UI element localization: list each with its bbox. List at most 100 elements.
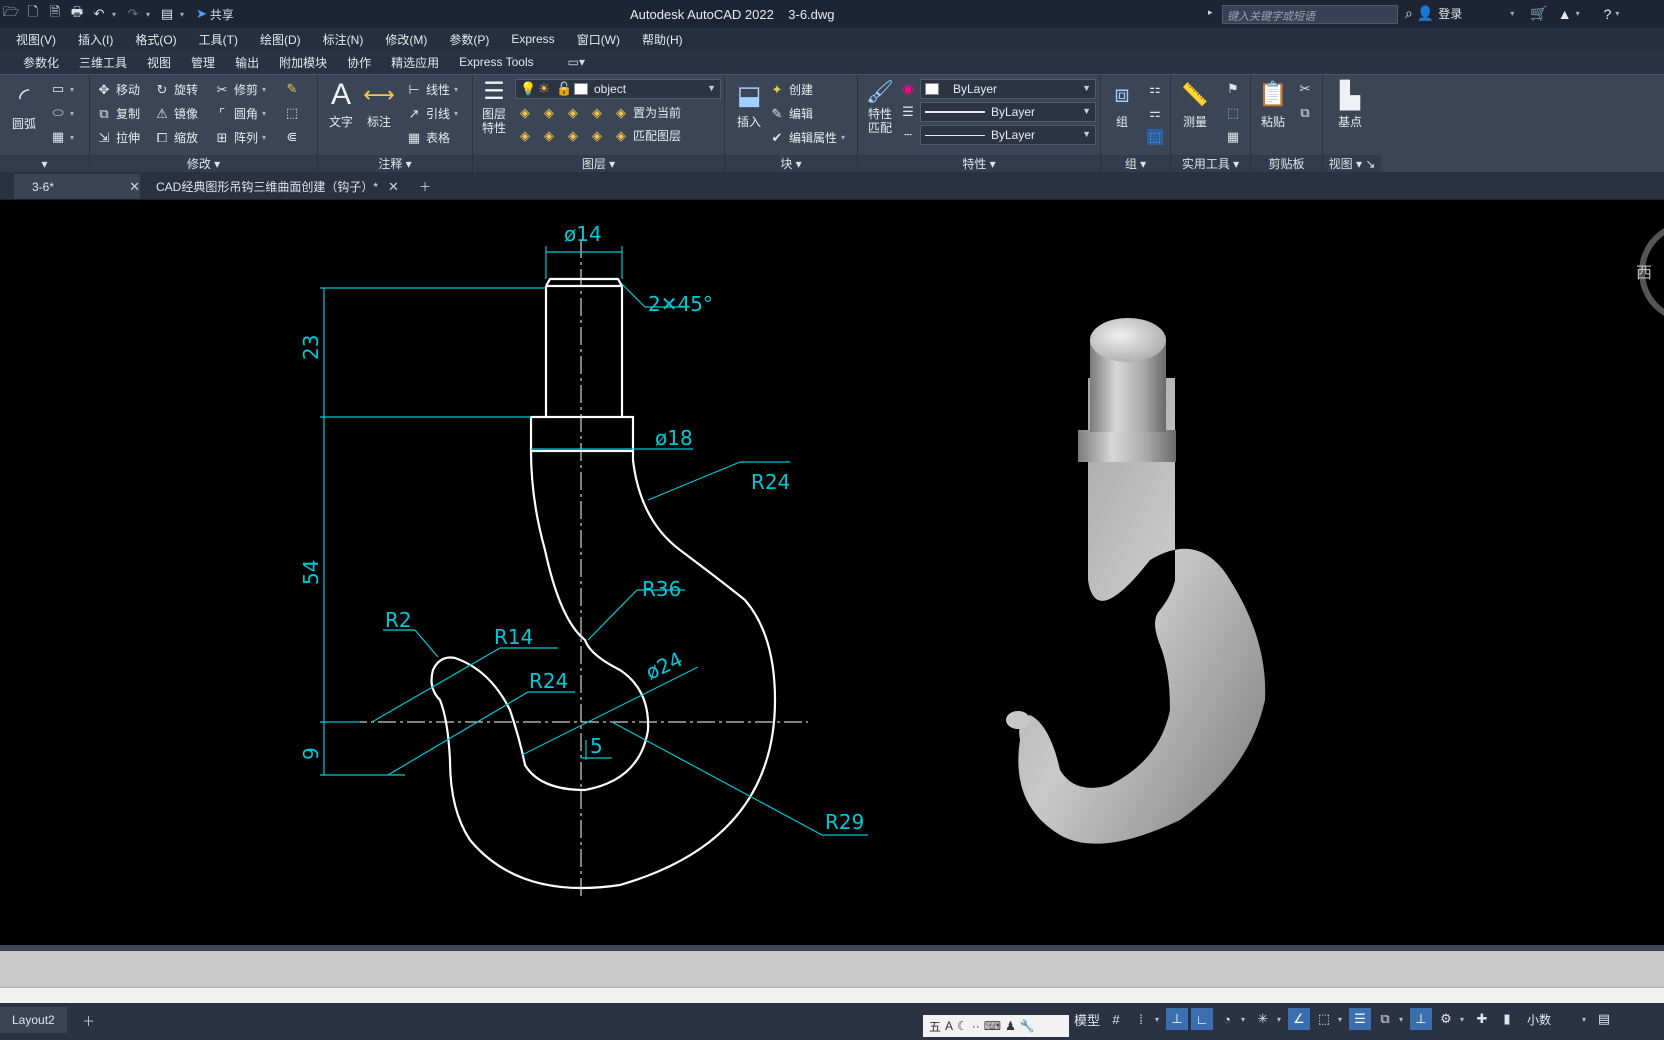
group-button[interactable]: ⧈ 组: [1105, 77, 1139, 130]
layer-dropdown[interactable]: 💡 ☀ 🔓 object ▼: [515, 79, 721, 99]
panel-properties-title[interactable]: 特性 ▾: [858, 155, 1100, 173]
fillet-button[interactable]: ⌜ 圆角 ▾: [214, 105, 270, 122]
doc-tab[interactable]: CAD经典图形吊钩三维曲面创建（钩子）* ✕: [146, 174, 399, 199]
user-icon[interactable]: 👤: [1417, 5, 1434, 22]
base-view-button[interactable]: ▙ 基点: [1327, 77, 1373, 130]
hatch-button[interactable]: ▦ ▾: [50, 129, 78, 145]
help-icon[interactable]: ?: [1604, 6, 1612, 22]
text-button[interactable]: A 文字: [324, 77, 358, 130]
rotate-button[interactable]: ↻ 旋转: [154, 81, 198, 98]
polar-icon[interactable]: ◔: [1216, 1008, 1238, 1030]
tab-output[interactable]: 输出: [235, 54, 259, 71]
layer-isolate-icon[interactable]: ◈: [517, 105, 533, 121]
panel-annotation-title[interactable]: 注释 ▾: [318, 155, 472, 173]
trim-dropdown-icon[interactable]: ▾: [262, 85, 270, 94]
panel-draw-title[interactable]: ▾: [0, 155, 89, 173]
workspace-icon[interactable]: ▤: [158, 5, 176, 23]
ime-punct-icon[interactable]: ··: [972, 1019, 980, 1033]
viewcube[interactable]: 西: [1636, 224, 1664, 320]
cut-icon[interactable]: ✂: [1297, 81, 1313, 97]
offset-button[interactable]: ⋐: [284, 129, 300, 145]
lineweight-dropdown[interactable]: ByLayer ▼: [920, 102, 1096, 122]
paste-button[interactable]: 📋 粘贴: [1255, 77, 1291, 130]
close-tab-icon[interactable]: ✕: [129, 179, 140, 195]
menu-dimension[interactable]: 标注(N): [323, 31, 364, 48]
osnap-tracking-icon[interactable]: ✳: [1252, 1008, 1274, 1030]
transparency-dropdown-icon[interactable]: ▾: [1399, 1015, 1407, 1024]
add-layout-icon[interactable]: ＋: [82, 1011, 95, 1030]
layer-lock-icon[interactable]: ◈: [589, 105, 605, 121]
crosshair-icon[interactable]: ✚: [1471, 1008, 1493, 1030]
panel-modify-title[interactable]: 修改 ▾: [90, 155, 317, 173]
search-icon[interactable]: ⌕: [1405, 5, 1413, 22]
polar-dropdown-icon[interactable]: ▾: [1241, 1015, 1249, 1024]
hatch-dropdown-icon[interactable]: ▾: [70, 133, 78, 142]
redo-icon[interactable]: ↷: [124, 5, 142, 23]
edit-block-button[interactable]: ✎ 编辑: [769, 105, 813, 122]
ime-text-icon[interactable]: A: [945, 1019, 953, 1033]
color-dropdown[interactable]: ByLayer ▼: [920, 79, 1096, 99]
ellipse-dropdown-icon[interactable]: ▾: [70, 109, 78, 118]
tab-collaborate[interactable]: 协作: [347, 54, 371, 71]
mirror-button[interactable]: ⚠ 镜像: [154, 105, 198, 122]
tab-addins[interactable]: 附加模块: [279, 54, 327, 71]
menu-parametric[interactable]: 参数(P): [449, 31, 489, 48]
move-button[interactable]: ✥ 移动: [96, 81, 140, 98]
linear-button[interactable]: ⊢ 线性 ▾: [406, 81, 462, 98]
array-dropdown-icon[interactable]: ▾: [262, 133, 270, 142]
tab-featured-apps[interactable]: 精选应用: [391, 54, 439, 71]
login-dropdown-icon[interactable]: ▾: [1510, 9, 1518, 18]
panel-utilities-title[interactable]: 实用工具 ▾: [1171, 155, 1250, 173]
units-dropdown-icon[interactable]: ▾: [1582, 1015, 1590, 1024]
panel-clipboard-title[interactable]: 剪贴板: [1251, 155, 1322, 173]
copy-button[interactable]: ⧉ 复制: [96, 105, 140, 122]
edit-attributes-button[interactable]: ✔ 编辑属性 ▾: [769, 129, 849, 146]
new-icon[interactable]: 🗋: [24, 4, 42, 23]
new-tab-button[interactable]: ＋: [412, 174, 438, 199]
undo-dropdown-icon[interactable]: ▾: [112, 10, 120, 19]
group-edit-icon[interactable]: ⚎: [1147, 105, 1163, 121]
layer-unisolate-icon[interactable]: ◈: [517, 128, 533, 144]
ortho-icon[interactable]: ∟: [1191, 1008, 1213, 1030]
undo-icon[interactable]: ↶: [90, 5, 108, 23]
drawing-canvas[interactable]: ø14 2✕45° ø18 R24 R36 R2 R14 R24 ø24 5 R…: [0, 200, 1664, 945]
layer-on-icon[interactable]: ◈: [541, 128, 557, 144]
redo-dropdown-icon[interactable]: ▾: [146, 10, 154, 19]
selection-cycling-icon[interactable]: ⊥: [1410, 1008, 1432, 1030]
ime-mode-icon[interactable]: 五: [929, 1018, 941, 1035]
units-icon[interactable]: ▮: [1496, 1008, 1518, 1030]
ribbon-minimize-icon[interactable]: ▭▾: [568, 55, 585, 69]
print-icon[interactable]: 🖶: [68, 4, 86, 23]
menu-window[interactable]: 窗口(W): [577, 31, 620, 48]
menu-insert[interactable]: 插入(I): [78, 31, 113, 48]
layer-properties-button[interactable]: ☰ 图层 特性: [477, 77, 511, 135]
edit-attr-dropdown-icon[interactable]: ▾: [841, 133, 849, 142]
menu-help[interactable]: 帮助(H): [642, 31, 683, 48]
erase-button[interactable]: ✎: [284, 81, 300, 97]
menu-view[interactable]: 视图(V): [16, 31, 56, 48]
app-dropdown-icon[interactable]: ▾: [1576, 9, 1584, 18]
menu-modify[interactable]: 修改(M): [385, 31, 427, 48]
fillet-dropdown-icon[interactable]: ▾: [262, 109, 270, 118]
layer-off-icon[interactable]: ◈: [541, 105, 557, 121]
measure-button[interactable]: 📏 测量: [1175, 77, 1215, 130]
osnap-dropdown-icon[interactable]: ▾: [1338, 1015, 1346, 1024]
linear-dropdown-icon[interactable]: ▾: [454, 85, 462, 94]
cart-icon[interactable]: 🛒: [1530, 5, 1547, 22]
linetype-dropdown[interactable]: ByLayer ▼: [920, 125, 1096, 145]
autodesk-app-icon[interactable]: ▲: [1558, 6, 1572, 22]
arc-button[interactable]: ◜ 圆弧: [6, 79, 42, 132]
select-all-icon[interactable]: ⬚: [1225, 105, 1241, 121]
snap-dropdown-icon[interactable]: ▾: [1155, 1015, 1163, 1024]
grid-icon[interactable]: #: [1105, 1008, 1127, 1030]
search-input[interactable]: 键入关键字或短语: [1222, 5, 1398, 24]
lineweight-toggle-icon[interactable]: ☰: [1349, 1008, 1371, 1030]
copy-clip-icon[interactable]: ⧉: [1297, 105, 1313, 121]
layer-unlock-icon[interactable]: ◈: [589, 128, 605, 144]
ellipse-button[interactable]: ⬭ ▾: [50, 105, 78, 121]
panel-layers-title[interactable]: 图层 ▾: [473, 155, 724, 173]
layout-tab[interactable]: Layout2: [0, 1007, 67, 1033]
layer-freeze-icon[interactable]: ◈: [565, 105, 581, 121]
osnap-icon[interactable]: ⬚: [1313, 1008, 1335, 1030]
panel-block-title[interactable]: 块 ▾: [725, 155, 857, 173]
